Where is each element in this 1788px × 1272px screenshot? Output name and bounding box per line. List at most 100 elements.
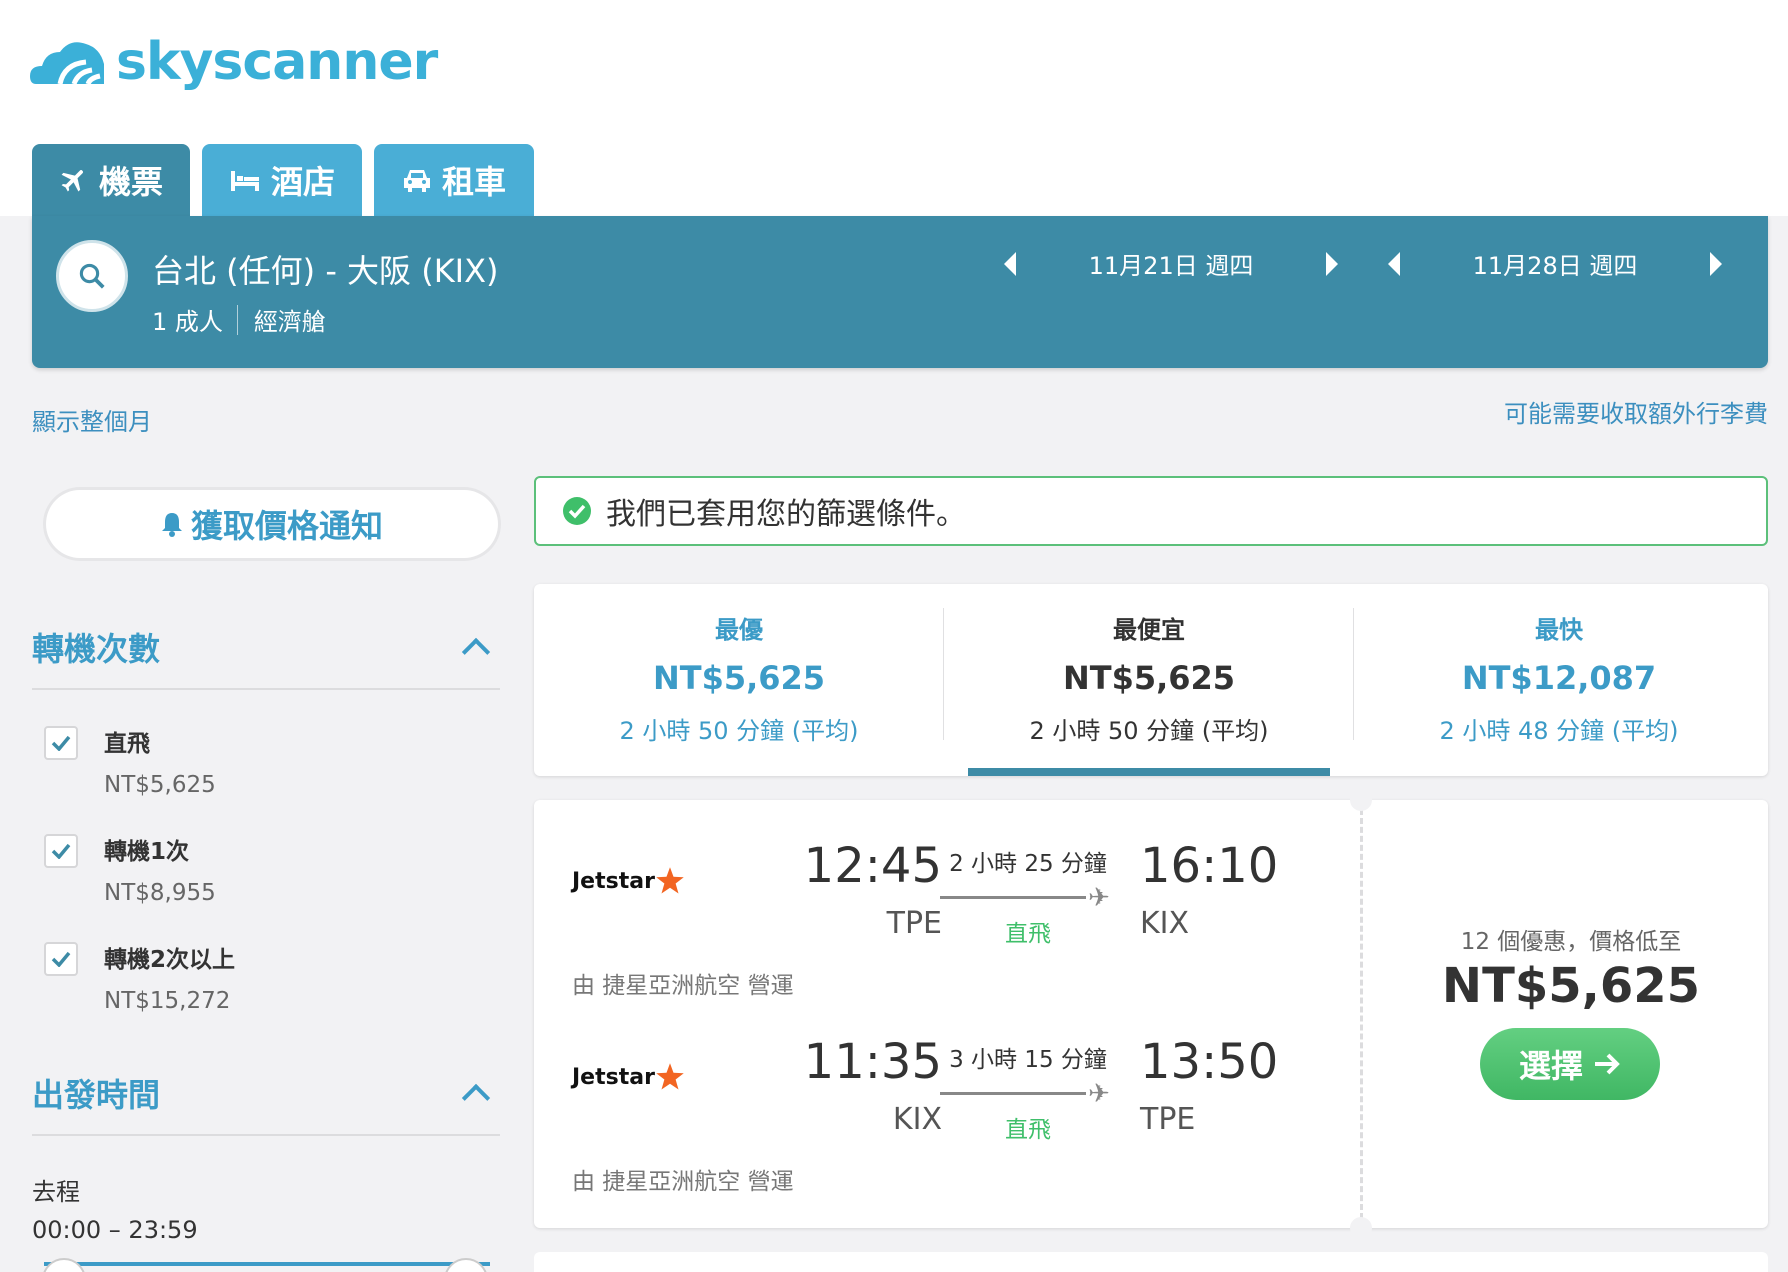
ticket-divider — [1360, 800, 1363, 1228]
return-date-picker: 11月28日 週四 — [1388, 246, 1722, 281]
route-text[interactable]: 台北 (任何) - 大阪 (KIX) — [152, 246, 499, 292]
prev-depart-date-icon[interactable] — [1004, 251, 1016, 276]
operated-by: 由 捷星亞洲航空 營運 — [572, 973, 794, 999]
next-result-card[interactable] — [534, 1252, 1768, 1272]
prev-return-date-icon[interactable] — [1388, 251, 1400, 276]
sort-price: NT$5,625 — [1062, 659, 1236, 697]
tab-hotels-label: 酒店 — [270, 163, 335, 201]
return-date[interactable]: 11月28日 週四 — [1400, 246, 1710, 281]
tab-car-hire[interactable]: 租車 — [374, 144, 534, 216]
outbound-time-range: 00:00 – 23:59 — [32, 1216, 198, 1244]
sort-duration: 2 小時 48 分鐘 (平均) — [1439, 717, 1679, 745]
next-depart-date-icon[interactable] — [1326, 251, 1338, 276]
cloud-logo-icon — [30, 42, 104, 85]
passenger-cabin[interactable]: 1 成人 經濟艙 — [152, 302, 326, 337]
check-icon — [51, 951, 71, 967]
select-button[interactable]: 選擇 — [1480, 1028, 1660, 1100]
airline-logo: Jetstar — [572, 866, 685, 896]
stops-filter-title: 轉機次數 — [32, 630, 161, 668]
deals-count: 12 個優惠，價格低至 — [1460, 929, 1682, 955]
price-alert-button[interactable]: 獲取價格通知 — [46, 490, 498, 558]
baggage-fee-link[interactable]: 可能需要收取額外行李費 — [1504, 394, 1768, 429]
depart-date-picker: 11月21日 週四 — [1004, 246, 1338, 281]
sort-fastest[interactable]: 最快 NT$12,087 2 小時 48 分鐘 (平均) — [1354, 584, 1764, 776]
flight-duration: 3 小時 15 分鐘 — [949, 1047, 1107, 1073]
chevron-up-icon[interactable] — [461, 1083, 491, 1113]
sort-label: 最便宜 — [1113, 616, 1185, 644]
sort-duration: 2 小時 50 分鐘 (平均) — [1029, 717, 1269, 745]
sort-cheapest[interactable]: 最便宜 NT$5,625 2 小時 50 分鐘 (平均) — [944, 584, 1354, 776]
select-label: 選擇 — [1518, 1047, 1583, 1085]
sort-best[interactable]: 最優 NT$5,625 2 小時 50 分鐘 (平均) — [534, 584, 944, 776]
stops-text: 直飛 — [1005, 1117, 1051, 1143]
checkbox-one-stop[interactable] — [44, 834, 78, 868]
departure-time: 12:45 — [803, 838, 942, 894]
result-price: NT$5,625 — [1441, 958, 1701, 1014]
skyscanner-logo[interactable]: skyscanner — [30, 32, 438, 92]
flight-result-card[interactable]: Jetstar 12:45 TPE 2 小時 25 分鐘 ✈ 直飛 16:10 … — [534, 789, 1768, 1239]
stops-option-two-plus[interactable]: 轉機2次以上 NT$15,272 — [44, 940, 235, 1014]
airline-name: Jetstar — [572, 868, 655, 894]
arrival-airport: KIX — [1140, 906, 1190, 941]
plane-icon: ✈ — [1088, 1079, 1110, 1109]
plane-icon — [61, 170, 83, 192]
jetstar-star-icon — [656, 867, 684, 894]
checkbox-two-plus[interactable] — [44, 942, 78, 976]
return-leg: Jetstar 11:35 KIX 3 小時 15 分鐘 ✈ 直飛 13:50 … — [534, 996, 1360, 1196]
product-tabs: 機票 酒店 租車 — [32, 144, 534, 216]
departure-time-filter-header[interactable]: 出發時間 — [32, 1070, 500, 1136]
check-icon — [51, 843, 71, 859]
option-price: NT$5,625 — [104, 772, 216, 798]
sort-label: 最優 — [715, 616, 763, 644]
sort-price: NT$5,625 — [652, 659, 826, 697]
ticket-notch-bottom — [1350, 1217, 1372, 1239]
airline-name: Jetstar — [572, 1064, 655, 1090]
plane-icon: ✈ — [1088, 883, 1110, 913]
departure-airport: KIX — [892, 1102, 942, 1137]
tab-flights-label: 機票 — [98, 163, 163, 201]
option-label: 轉機1次 — [104, 839, 190, 865]
outbound-leg: Jetstar 12:45 TPE 2 小時 25 分鐘 ✈ 直飛 16:10 … — [534, 800, 1360, 1000]
route-line — [940, 896, 1086, 899]
departure-airport: TPE — [886, 906, 942, 941]
next-return-date-icon[interactable] — [1710, 251, 1722, 276]
logo-text: skyscanner — [116, 32, 438, 92]
stops-text: 直飛 — [1005, 921, 1051, 947]
time-slider-end-handle[interactable] — [444, 1258, 488, 1272]
search-button[interactable] — [56, 240, 128, 312]
operated-by: 由 捷星亞洲航空 營運 — [572, 1169, 794, 1195]
checkbox-direct[interactable] — [44, 726, 78, 760]
chevron-up-icon[interactable] — [461, 637, 491, 667]
passengers-text: 1 成人 — [152, 308, 223, 336]
sort-price: NT$12,087 — [1461, 659, 1657, 697]
bed-icon — [230, 171, 259, 191]
tab-flights[interactable]: 機票 — [32, 144, 190, 216]
filters-applied-notice: 我們已套用您的篩選條件。 — [534, 476, 1768, 546]
time-slider-start-handle[interactable] — [42, 1258, 86, 1272]
filters-applied-text: 我們已套用您的篩選條件。 — [606, 497, 966, 532]
stops-option-one-stop[interactable]: 轉機1次 NT$8,955 — [44, 832, 216, 906]
depart-date[interactable]: 11月21日 週四 — [1016, 246, 1326, 281]
time-slider-track[interactable] — [44, 1262, 490, 1266]
show-whole-month-link[interactable]: 顯示整個月 — [32, 402, 152, 437]
sort-options-card: 最優 NT$5,625 2 小時 50 分鐘 (平均) 最便宜 NT$5,625… — [534, 584, 1768, 776]
search-icon — [79, 263, 105, 289]
tab-hotels[interactable]: 酒店 — [202, 144, 362, 216]
stops-filter-header[interactable]: 轉機次數 — [32, 624, 500, 690]
stops-option-direct[interactable]: 直飛 NT$5,625 — [44, 724, 216, 798]
sort-label: 最快 — [1535, 616, 1583, 644]
check-circle-icon — [563, 497, 591, 525]
price-alert-label: 獲取價格通知 — [190, 507, 383, 545]
departure-time: 11:35 — [803, 1034, 942, 1090]
option-label: 轉機2次以上 — [104, 947, 236, 973]
option-price: NT$8,955 — [104, 880, 216, 906]
departure-time-filter-title: 出發時間 — [32, 1076, 161, 1114]
check-icon — [51, 735, 71, 751]
cabin-text: 經濟艙 — [253, 308, 326, 336]
sort-selected-indicator — [968, 768, 1330, 776]
arrival-time: 16:10 — [1140, 838, 1279, 894]
search-summary-bar: 台北 (任何) - 大阪 (KIX) 1 成人 經濟艙 11月21日 週四 11… — [32, 216, 1768, 368]
divider — [236, 304, 238, 335]
tab-car-hire-label: 租車 — [441, 163, 506, 201]
airline-logo: Jetstar — [572, 1062, 685, 1092]
